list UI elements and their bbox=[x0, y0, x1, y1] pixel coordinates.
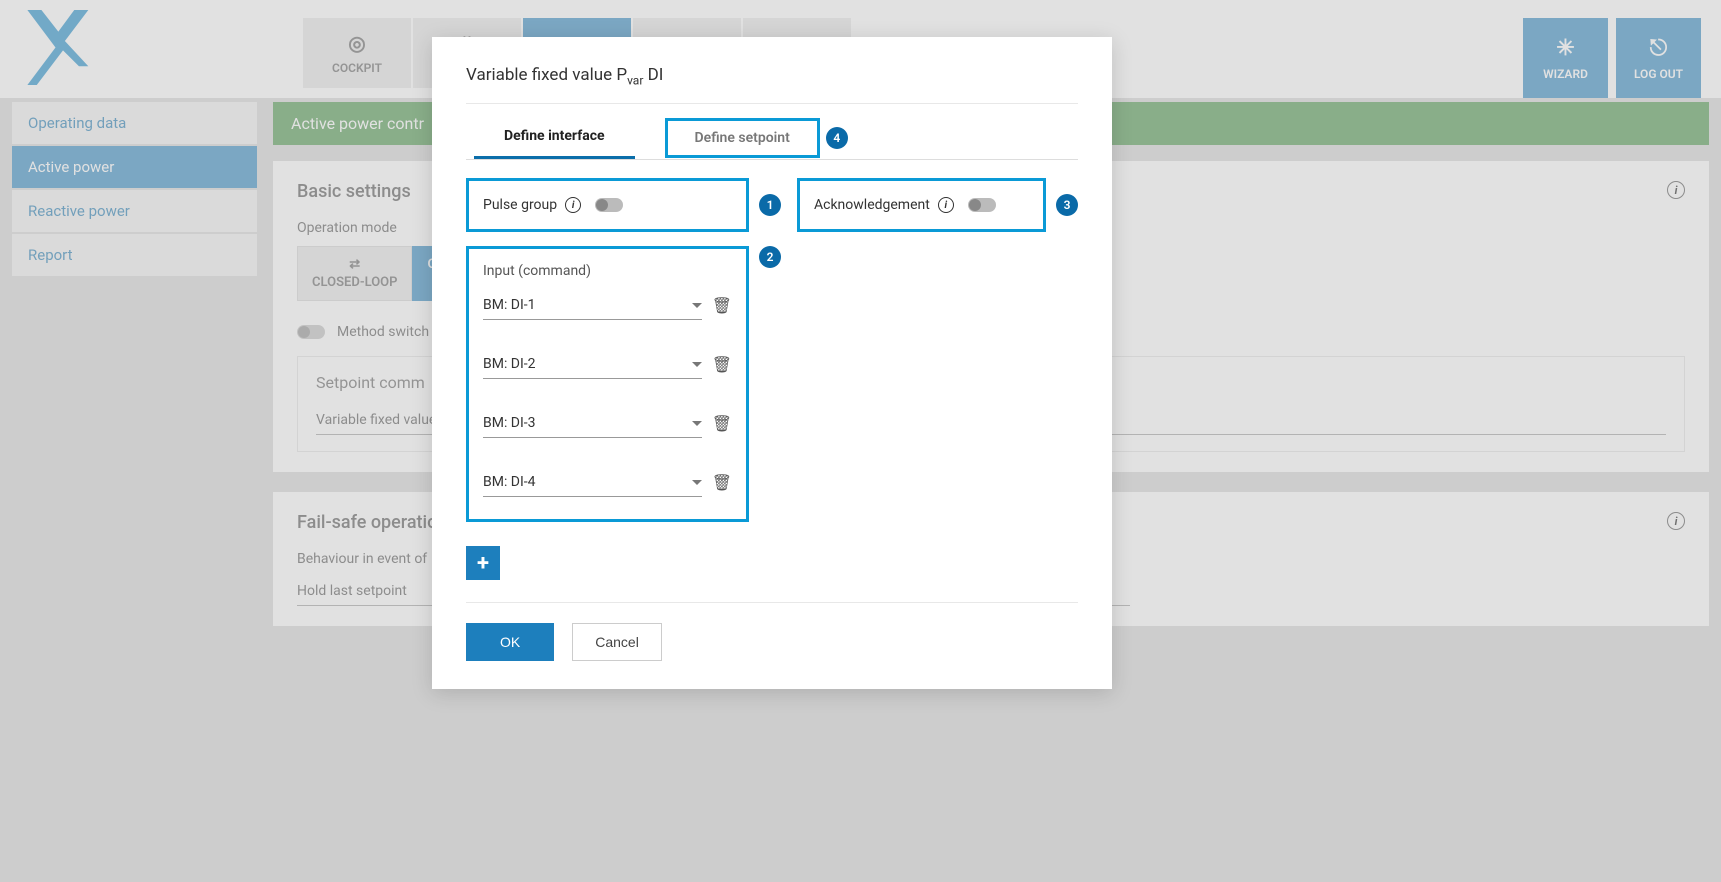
cancel-button[interactable]: Cancel bbox=[572, 623, 662, 661]
delete-icon[interactable]: 🗑 bbox=[712, 473, 732, 492]
step-badge-2: 2 bbox=[759, 246, 781, 268]
chevron-down-icon bbox=[692, 303, 702, 308]
tab-define-interface[interactable]: Define interface bbox=[474, 116, 635, 159]
chevron-down-icon bbox=[692, 362, 702, 367]
step-badge-1: 1 bbox=[759, 194, 781, 216]
input-command-title: Input (command) bbox=[483, 263, 732, 279]
modal-title: Variable fixed value Pvar DI bbox=[466, 65, 1078, 104]
chevron-down-icon bbox=[692, 480, 702, 485]
add-input-button[interactable]: + bbox=[466, 546, 500, 580]
input-select-4[interactable]: BM: DI-4 bbox=[483, 468, 702, 497]
ok-button[interactable]: OK bbox=[466, 623, 554, 661]
input-select-2[interactable]: BM: DI-2 bbox=[483, 350, 702, 379]
info-icon[interactable]: i bbox=[938, 197, 954, 213]
variable-fixed-value-modal: Variable fixed value Pvar DI Define inte… bbox=[432, 37, 1112, 689]
delete-icon[interactable]: 🗑 bbox=[712, 414, 732, 433]
acknowledgement-label: Acknowledgement bbox=[814, 197, 930, 213]
delete-icon[interactable]: 🗑 bbox=[712, 296, 732, 315]
input-command-panel: Input (command) BM: DI-1 🗑 BM: DI-2 🗑 BM… bbox=[466, 246, 749, 522]
modal-footer: OK Cancel bbox=[466, 602, 1078, 661]
step-badge-3: 3 bbox=[1056, 194, 1078, 216]
tab-define-setpoint[interactable]: Define setpoint bbox=[665, 118, 820, 158]
pulse-group-toggle[interactable] bbox=[595, 198, 623, 212]
input-select-3[interactable]: BM: DI-3 bbox=[483, 409, 702, 438]
acknowledgement-toggle[interactable] bbox=[968, 198, 996, 212]
acknowledgement-panel: Acknowledgement i bbox=[797, 178, 1046, 232]
modal-tabs: Define interface Define setpoint 4 bbox=[466, 116, 1078, 160]
info-icon[interactable]: i bbox=[565, 197, 581, 213]
pulse-group-label: Pulse group bbox=[483, 197, 557, 213]
delete-icon[interactable]: 🗑 bbox=[712, 355, 732, 374]
pulse-group-panel: Pulse group i bbox=[466, 178, 749, 232]
chevron-down-icon bbox=[692, 421, 702, 426]
input-select-1[interactable]: BM: DI-1 bbox=[483, 291, 702, 320]
step-badge-4: 4 bbox=[826, 127, 848, 149]
